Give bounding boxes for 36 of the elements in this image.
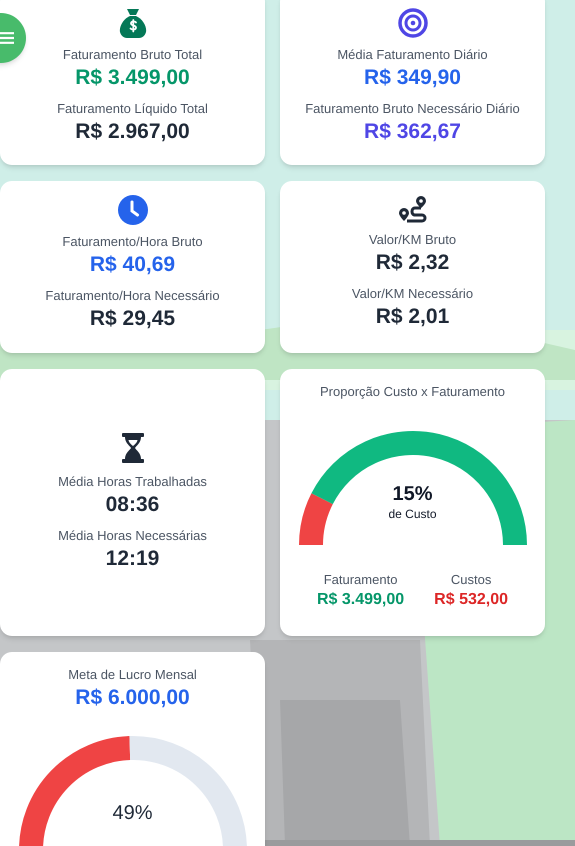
metric-value: 08:36 <box>106 492 160 518</box>
goal-title: Meta de Lucro Mensal <box>68 666 197 684</box>
target-icon <box>398 8 428 38</box>
route-icon <box>398 195 428 223</box>
gauge-title: Proporção Custo x Faturamento <box>320 383 505 401</box>
metric-value: R$ 29,45 <box>90 306 176 332</box>
gauge-percent: 15% <box>392 482 433 506</box>
metric-value: R$ 2,01 <box>376 304 450 330</box>
metric-label: Faturamento/Hora Necessário <box>45 287 220 305</box>
metric-label: Média Faturamento Diário <box>337 46 488 64</box>
metric-label: Valor/KM Necessário <box>352 285 474 303</box>
hourglass-icon <box>122 432 144 462</box>
metric-value: R$ 2,32 <box>376 250 450 276</box>
metric-value: 12:19 <box>106 546 160 572</box>
metric-label: Média Horas Necessárias <box>58 526 207 544</box>
metric-label: Faturamento Bruto Total <box>62 46 202 64</box>
legend-label: Faturamento <box>324 571 398 589</box>
goal-percent: 49% <box>112 801 153 825</box>
metric-label: Faturamento Bruto Necessário Diário <box>305 100 520 118</box>
metric-value: R$ 3.499,00 <box>75 65 190 91</box>
metric-label: Faturamento Líquido Total <box>57 100 208 118</box>
legend-label: Custos <box>450 571 492 589</box>
metric-value: R$ 362,67 <box>364 119 461 145</box>
metric-label: Média Horas Trabalhadas <box>58 472 207 490</box>
goal-value: R$ 6.000,00 <box>75 685 190 711</box>
metric-value: R$ 2.967,00 <box>75 119 190 145</box>
metric-value: R$ 349,90 <box>364 65 461 91</box>
metric-label: Faturamento/Hora Bruto <box>62 233 203 251</box>
money-bag-icon <box>118 8 148 38</box>
legend-value: R$ 3.499,00 <box>316 590 404 610</box>
legend-value: R$ 532,00 <box>434 590 508 610</box>
clock-icon <box>118 195 148 225</box>
menu-icon <box>0 32 14 44</box>
metric-value: R$ 40,69 <box>90 252 176 278</box>
gauge-caption: de Custo <box>388 506 437 522</box>
metric-label: Valor/KM Bruto <box>368 231 456 249</box>
